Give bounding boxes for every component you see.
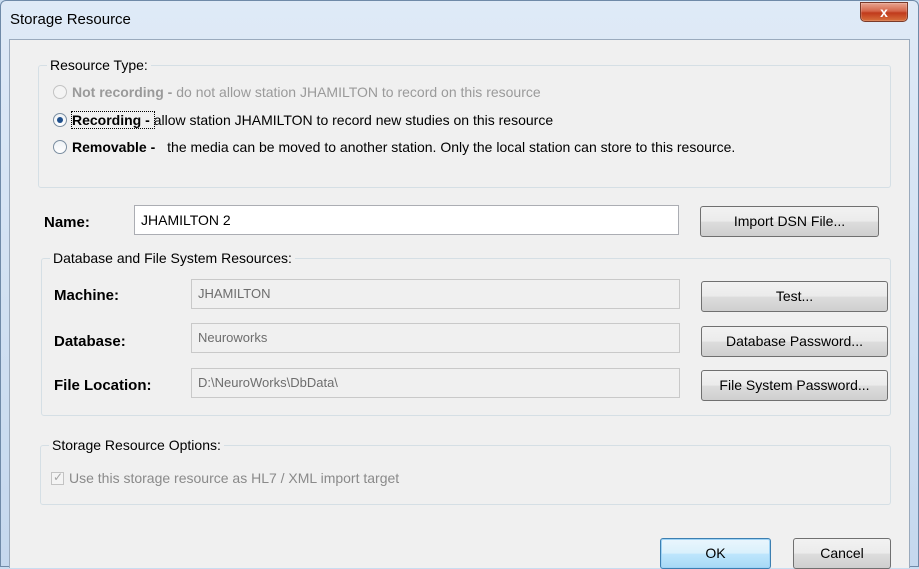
recording-label: Recording [72,112,142,128]
not-recording-label: Not recording [72,84,164,100]
hl7-import-checkbox-row[interactable]: Use this storage resource as HL7 / XML i… [51,470,399,486]
resource-type-legend: Resource Type: [47,57,151,73]
resource-type-group: Resource Type: Not recording - do not al… [38,57,891,188]
database-password-button[interactable]: Database Password... [701,326,888,357]
dialog-body: Resource Type: Not recording - do not al… [9,39,910,569]
recording-focus: Recording - [71,111,155,129]
hl7-import-checkbox[interactable] [51,470,64,485]
removable-sep: - [146,139,160,155]
machine-field: JHAMILTON [191,279,680,309]
radio-button-recording[interactable] [53,113,67,127]
name-label: Name: [44,214,90,231]
db-resources-legend: Database and File System Resources: [50,250,295,266]
close-icon: x [880,4,888,20]
title-bar[interactable]: Storage Resource x [1,1,918,39]
not-recording-desc: do not allow station JHAMILTON to record… [176,84,541,100]
options-group: Storage Resource Options: Use this stora… [40,437,891,505]
name-input[interactable]: JHAMILTON 2 [134,205,679,235]
removable-label: Removable [72,139,147,155]
cancel-button[interactable]: Cancel [793,538,891,569]
radio-button-not-recording[interactable] [53,85,67,99]
file-location-field: D:\NeuroWorks\DbData\ [191,368,680,398]
file-location-label: File Location: [54,377,152,394]
radio-button-removable[interactable] [53,140,67,154]
db-resources-group: Database and File System Resources: Mach… [41,250,891,416]
database-label: Database: [54,333,126,350]
database-field: Neuroworks [191,323,680,353]
recording-sep: - [141,112,154,128]
radio-removable[interactable]: Removable - the media can be moved to an… [53,139,735,155]
not-recording-sep: - [163,84,177,100]
machine-label: Machine: [54,287,120,304]
options-legend: Storage Resource Options: [49,437,224,453]
storage-resource-dialog: Storage Resource x Resource Type: Not re… [0,0,919,569]
radio-not-recording[interactable]: Not recording - do not allow station JHA… [53,84,541,100]
recording-desc: allow station JHAMILTON to record new st… [153,112,554,128]
removable-desc: the media can be moved to another statio… [167,139,736,155]
hl7-import-checkbox-label: Use this storage resource as HL7 / XML i… [69,470,400,486]
ok-button[interactable]: OK [660,538,771,569]
radio-recording[interactable]: Recording - allow station JHAMILTON to r… [53,111,554,129]
name-label-text: Name: [44,214,90,231]
test-button[interactable]: Test... [701,281,888,312]
close-button[interactable]: x [860,2,908,22]
window-title: Storage Resource [10,11,131,28]
file-system-password-button[interactable]: File System Password... [701,370,888,401]
import-dsn-file-button[interactable]: Import DSN File... [700,206,879,237]
